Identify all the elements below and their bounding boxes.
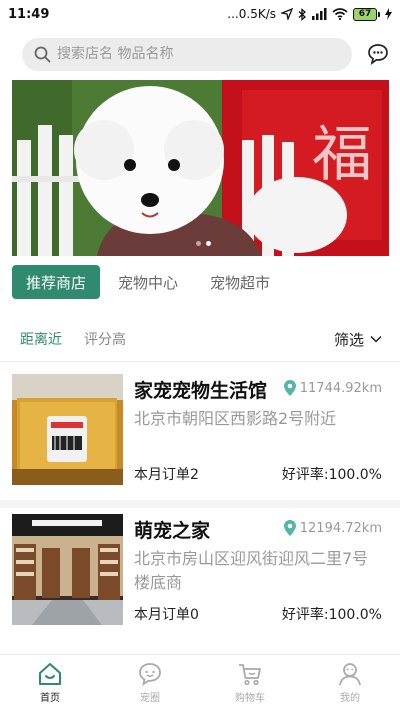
nav-profile-label: 我的 — [340, 693, 360, 704]
store-thumbnail — [12, 514, 123, 625]
sort-nearest[interactable]: 距离近 — [20, 329, 62, 349]
divider — [0, 361, 400, 362]
store-distance: 12194.72km — [283, 520, 382, 536]
banner-dot[interactable] — [196, 241, 201, 246]
store-rating: 好评率:100.0% — [281, 607, 382, 623]
bottom-navigation: 首页 宠圈 购物车 我的 — [0, 654, 400, 710]
banner-pagination — [196, 241, 211, 246]
store-distance-value: 11744.92km — [299, 380, 382, 396]
sort-filter-bar: 距离近 评分高 筛选 — [20, 324, 382, 354]
search-icon — [34, 46, 51, 62]
battery-icon: 67 — [353, 7, 380, 21]
nav-home-label: 首页 — [40, 693, 60, 704]
store-address: 北京市房山区迎风街迎风二里7号楼底商 — [134, 549, 369, 592]
chevron-down-icon — [370, 335, 382, 343]
store-rating: 好评率:100.0% — [281, 467, 382, 483]
charging-icon — [385, 8, 392, 20]
store-card[interactable]: 家宠宠物生活馆 11744.92km 北京市朝阳区西影路2号附近 本月订单2 好… — [12, 374, 388, 486]
store-monthly-orders: 本月订单0 — [134, 607, 199, 623]
store-name: 家宠宠物生活馆 — [134, 380, 268, 402]
status-bar: 11:49 ...0.5K/s 67 — [0, 0, 400, 28]
nav-pet-circle-label: 宠圈 — [140, 693, 160, 704]
location-arrow-icon — [281, 8, 293, 20]
location-pin-icon — [283, 520, 296, 536]
nav-cart-label: 购物车 — [235, 693, 265, 704]
nav-cart[interactable]: 购物车 — [200, 655, 300, 710]
bluetooth-icon — [298, 7, 306, 21]
store-card[interactable]: 萌宠之家 12194.72km 北京市房山区迎风街迎风二里7号楼底商 本月订单0… — [12, 514, 388, 626]
home-icon — [39, 663, 61, 685]
cart-icon — [239, 664, 261, 686]
status-time: 11:49 — [8, 6, 50, 22]
search-bar[interactable] — [22, 37, 352, 71]
profile-icon — [339, 663, 361, 686]
tab-pet-center[interactable]: 宠物中心 — [104, 265, 192, 299]
wifi-icon — [332, 8, 348, 20]
filter-label: 筛选 — [333, 330, 364, 349]
search-input[interactable] — [57, 46, 327, 62]
nav-pet-circle[interactable]: 宠圈 — [100, 655, 200, 710]
network-speed: ...0.5K/s — [227, 7, 276, 21]
store-name: 萌宠之家 — [134, 520, 211, 542]
location-pin-icon — [283, 380, 296, 396]
svg-text:福: 福 — [312, 120, 372, 190]
banner-dot-active[interactable] — [206, 241, 211, 246]
signal-icon — [312, 8, 327, 20]
store-distance-value: 12194.72km — [299, 520, 382, 536]
nav-home[interactable]: 首页 — [0, 655, 100, 710]
nav-profile[interactable]: 我的 — [300, 655, 400, 710]
filter-button[interactable]: 筛选 — [334, 329, 382, 350]
store-thumbnail — [12, 374, 123, 485]
pet-circle-icon — [139, 663, 161, 686]
dog-banner-image: 福 — [12, 80, 389, 256]
message-button[interactable] — [364, 40, 392, 68]
divider — [0, 500, 400, 508]
store-address: 北京市朝阳区西影路2号附近 — [134, 409, 337, 428]
promo-banner[interactable]: 福 — [12, 80, 389, 256]
store-distance: 11744.92km — [283, 380, 382, 396]
search-row — [22, 37, 392, 71]
battery-level: 67 — [353, 7, 377, 21]
store-monthly-orders: 本月订单2 — [134, 467, 199, 483]
tab-pet-supermarket[interactable]: 宠物超市 — [196, 265, 284, 299]
category-tabs: 推荐商店 宠物中心 宠物超市 — [12, 265, 284, 299]
sort-top-rated[interactable]: 评分高 — [84, 329, 126, 349]
status-icons: ...0.5K/s 67 — [227, 7, 392, 21]
chat-bubble-icon — [368, 44, 388, 65]
tab-recommended-stores[interactable]: 推荐商店 — [12, 265, 101, 299]
